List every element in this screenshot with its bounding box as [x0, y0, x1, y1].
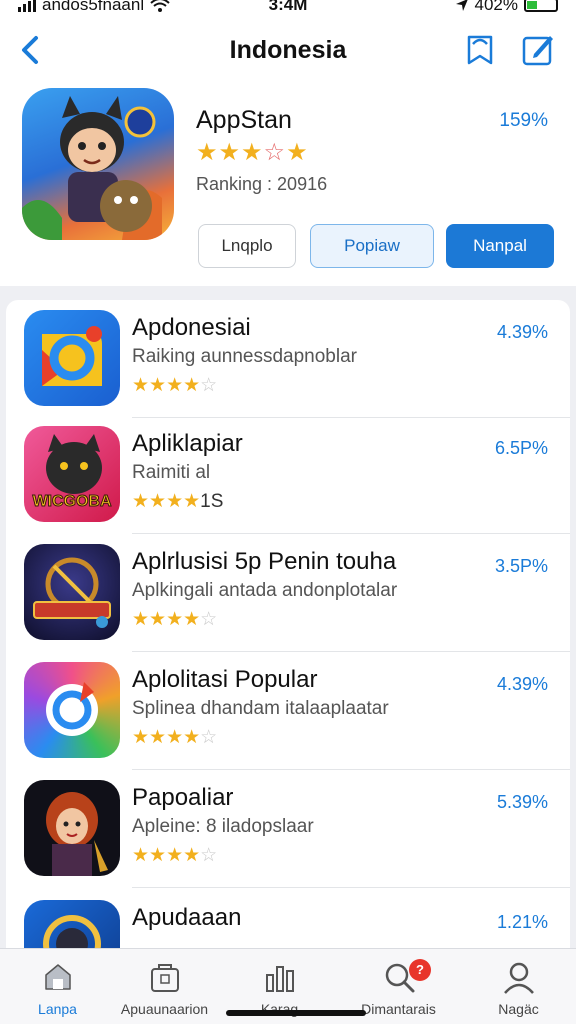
app-name: Aplolitasi Popular [132, 666, 318, 693]
app-name: Apudaaan [132, 904, 242, 931]
app-name: Apdonesiai [132, 314, 251, 341]
app-name: Aplrlusisi 5p Penin touha [132, 548, 397, 575]
list-item[interactable]: Apudaaan 1.21% [6, 890, 570, 950]
app-list: Apdonesiai Raiking aunnessdapnoblar ★★★★… [6, 300, 570, 950]
app-star-rating: ★★★★☆ [132, 375, 218, 396]
app-percent: 4.39% [496, 674, 548, 694]
featured-ranking: Ranking : 20916 [196, 174, 328, 194]
battery-group: 402% [455, 0, 558, 15]
list-item[interactable]: Aplolitasi Popular Splinea dhandam itala… [6, 652, 570, 770]
list-item[interactable]: Aplrlusisi 5p Penin touha Aplkingali ant… [6, 534, 570, 652]
featured-star-rating: ★★★☆★ [196, 139, 309, 166]
notification-badge: ? [409, 959, 431, 981]
profile-icon [504, 962, 534, 994]
app-name: Apliklapiar [132, 430, 243, 457]
featured-app-card: AppStan 159% ★★★☆★ Ranking : 20916 Lnqpl… [0, 84, 576, 286]
chart-icon [266, 966, 294, 992]
app-icon: WICGOBA [24, 426, 120, 522]
app-star-rating: ★★★★☆ [132, 845, 218, 866]
app-percent: 6.5P% [494, 438, 548, 458]
app-star-rating: ★★★★1S [132, 491, 224, 512]
featured-button-3[interactable]: Nanpal [446, 224, 554, 268]
app-icon [24, 310, 120, 406]
compose-icon[interactable] [520, 32, 556, 68]
row-divider [132, 887, 570, 888]
app-icon [24, 900, 120, 950]
home-icon [45, 964, 71, 990]
app-star-rating: ★★★★☆ [132, 727, 218, 748]
app-icon [24, 544, 120, 640]
app-percent: 1.21% [496, 912, 548, 932]
app-percent: 3.5P% [494, 556, 548, 576]
app-subtitle: Raimiti al [132, 462, 211, 483]
home-indicator [226, 1010, 366, 1016]
featured-app-icon[interactable] [22, 88, 174, 240]
featured-button-2[interactable]: Popiaw [310, 224, 434, 268]
bookmark-icon[interactable] [464, 32, 496, 68]
app-subtitle: Raiking aunnessdapnoblar [132, 346, 357, 367]
featured-app-name[interactable]: AppStan [196, 106, 292, 135]
app-percent: 4.39% [496, 322, 548, 342]
featured-button-1[interactable]: Lnqplo [198, 224, 296, 268]
app-icon [24, 780, 120, 876]
list-item[interactable]: Papoaliar Apleine: 8 iladopslaar ★★★★☆ 5… [6, 770, 570, 888]
tab-apps[interactable]: Apuaunaarion [107, 949, 222, 1024]
tab-home[interactable]: Lanpa [0, 949, 115, 1024]
battery-icon [524, 0, 558, 12]
tab-label: Nagäc [498, 1001, 539, 1017]
app-subtitle: Apleine: 8 iladopslaar [132, 816, 314, 837]
svg-text:WICGOBA: WICGOBA [32, 493, 112, 510]
app-icon [24, 662, 120, 758]
tab-profile[interactable]: Nagäc [461, 949, 576, 1024]
app-subtitle: Aplkingali antada andonplotalar [132, 580, 398, 601]
location-icon [455, 0, 468, 11]
battery-percent: 402% [474, 0, 518, 14]
tab-label: Apuaunaarion [120, 1001, 209, 1017]
featured-app-percent: 159% [499, 110, 548, 131]
app-subtitle: Splinea dhandam italaaplaatar [132, 698, 389, 719]
app-percent: 5.39% [496, 792, 548, 812]
list-item[interactable]: WICGOBA Apliklapiar Raimiti al ★★★★1S 6.… [6, 416, 570, 534]
app-name: Papoaliar [132, 784, 234, 811]
navigation-bar: Indonesia [0, 20, 576, 84]
apps-icon [151, 964, 179, 992]
app-rating-count: 1S [200, 491, 224, 512]
status-bar: andos5fnaanl 3:4M 402% [0, 0, 576, 20]
app-star-rating: ★★★★☆ [132, 609, 218, 630]
list-item[interactable]: Apdonesiai Raiking aunnessdapnoblar ★★★★… [6, 300, 570, 418]
tab-label: Lanpa [38, 1001, 77, 1017]
